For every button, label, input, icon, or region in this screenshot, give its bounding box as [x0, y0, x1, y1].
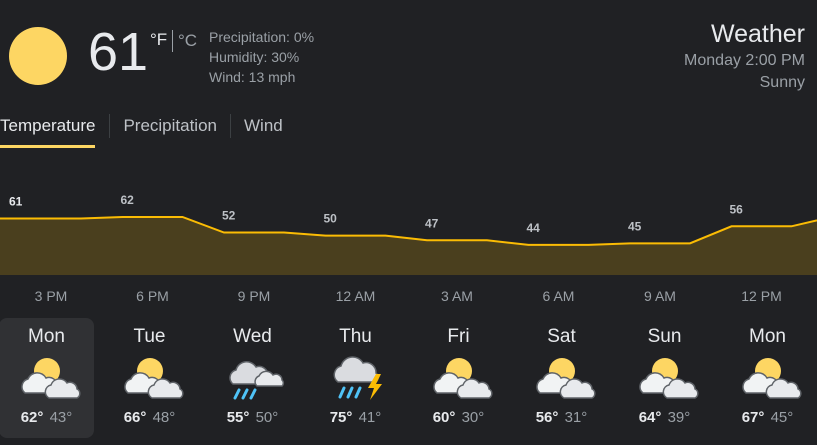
- day-temperatures: 75° 41°: [308, 409, 403, 426]
- low-temperature: 45°: [766, 409, 794, 426]
- partly-cloudy-icon: [637, 348, 699, 406]
- partly-cloudy-icon: [740, 348, 802, 406]
- humidity-text: Humidity: 30%: [209, 49, 300, 65]
- high-temperature: 60°: [432, 409, 456, 426]
- low-temperature: 31°: [560, 409, 588, 426]
- partly-cloudy-icon: [431, 348, 493, 406]
- precipitation-text: Precipitation: 0%: [209, 29, 315, 45]
- day-temperatures: 56° 31°: [514, 409, 609, 426]
- chart-data-label: 45: [628, 219, 642, 233]
- time-label: 6 PM: [136, 288, 169, 304]
- high-temperature: 75°: [329, 409, 353, 426]
- thunderstorm-icon: [328, 348, 390, 406]
- forecast-day[interactable]: Fri 60° 30°: [411, 318, 506, 438]
- low-temperature: 41°: [354, 409, 382, 426]
- partly-cloudy-icon: [122, 348, 184, 406]
- day-name: Fri: [447, 326, 470, 347]
- day-temperatures: 55° 50°: [205, 409, 300, 426]
- chart-data-label: 56: [730, 202, 744, 216]
- forecast-day[interactable]: Mon 67° 45°: [720, 318, 815, 438]
- low-temperature: 30°: [457, 409, 485, 426]
- weather-title: Weather: [710, 20, 805, 48]
- current-temperature: 61: [88, 22, 149, 82]
- forecast-day[interactable]: Tue 66° 48°: [102, 318, 197, 438]
- day-temperatures: 62° 43°: [0, 409, 94, 426]
- low-temperature: 48°: [148, 409, 176, 426]
- time-label: 3 PM: [34, 288, 68, 304]
- forecast-day[interactable]: Mon 62° 43°: [0, 318, 94, 438]
- forecast-day[interactable]: Sat 56° 31°: [514, 318, 609, 438]
- chart-data-label: 47: [425, 216, 439, 230]
- unit-divider: [172, 30, 173, 52]
- day-name: Mon: [28, 326, 65, 347]
- partly-cloudy-icon: [534, 348, 596, 406]
- low-temperature: 50°: [251, 409, 279, 426]
- weather-details: Precipitation: 0% Humidity: 30% Wind: 13…: [209, 27, 314, 87]
- daily-forecast: Mon 62° 43° Tue 66° 48° Wed 55° 50° Thu 75° 41°…: [0, 318, 817, 440]
- high-temperature: 62°: [20, 409, 44, 426]
- time-label: 9 PM: [237, 288, 271, 304]
- tab-precipitation[interactable]: Precipitation: [110, 112, 230, 148]
- day-temperatures: 60° 30°: [411, 409, 506, 426]
- low-temperature: 39°: [663, 409, 691, 426]
- chart-area: [0, 217, 817, 275]
- forecast-day[interactable]: Sun 64° 39°: [617, 318, 712, 438]
- partly-cloudy-icon: [19, 348, 81, 406]
- tab-wind[interactable]: Wind: [231, 112, 296, 148]
- forecast-day[interactable]: Thu 75° 41°: [308, 318, 403, 438]
- day-name: Sat: [547, 326, 576, 347]
- chart-data-label: 50: [324, 212, 338, 226]
- day-name: Wed: [233, 326, 272, 347]
- day-temperatures: 64° 39°: [617, 409, 712, 426]
- sunny-icon: [9, 27, 67, 85]
- high-temperature: 67°: [741, 409, 765, 426]
- time-label: 12 PM: [741, 288, 782, 304]
- weather-condition: Sunny: [759, 74, 805, 91]
- high-temperature: 66°: [123, 409, 147, 426]
- high-temperature: 56°: [535, 409, 559, 426]
- chart-data-label: 52: [222, 209, 236, 223]
- weather-tabs: Temperature Precipitation Wind: [0, 112, 296, 148]
- time-label: 9 AM: [644, 288, 676, 304]
- time-label: 3 AM: [441, 288, 473, 304]
- weather-time: Monday 2:00 PM: [684, 52, 805, 69]
- chart-data-label: 62: [121, 193, 135, 207]
- day-name: Mon: [749, 326, 786, 347]
- time-axis: 3 PM 6 PM 9 PM 12 AM 3 AM 6 AM 9 AM 12 PM: [0, 288, 817, 308]
- low-temperature: 43°: [45, 409, 73, 426]
- high-temperature: 64°: [638, 409, 662, 426]
- wind-text: Wind: 13 mph: [209, 69, 296, 85]
- day-temperatures: 67° 45°: [720, 409, 815, 426]
- day-name: Sun: [647, 326, 682, 347]
- fahrenheit-toggle[interactable]: °F: [150, 30, 167, 50]
- chart-data-label: 61: [9, 195, 23, 209]
- temperature-chart: 61 62 52 50 47 44 45 56: [0, 193, 817, 275]
- rain-icon: [225, 348, 287, 406]
- time-label: 12 AM: [335, 288, 376, 304]
- time-label: 6 AM: [542, 288, 575, 304]
- celsius-toggle[interactable]: °C: [178, 31, 197, 51]
- day-temperatures: 66° 48°: [102, 409, 197, 426]
- day-name: Thu: [339, 326, 372, 347]
- forecast-day[interactable]: Wed 55° 50°: [205, 318, 300, 438]
- high-temperature: 55°: [226, 409, 250, 426]
- tab-temperature[interactable]: Temperature: [0, 112, 109, 148]
- day-name: Tue: [133, 326, 166, 347]
- current-conditions: 61 °F °C Precipitation: 0% Humidity: 30%…: [0, 0, 817, 100]
- chart-data-label: 44: [527, 221, 541, 235]
- weather-header: Weather Monday 2:00 PM Sunny: [684, 18, 805, 94]
